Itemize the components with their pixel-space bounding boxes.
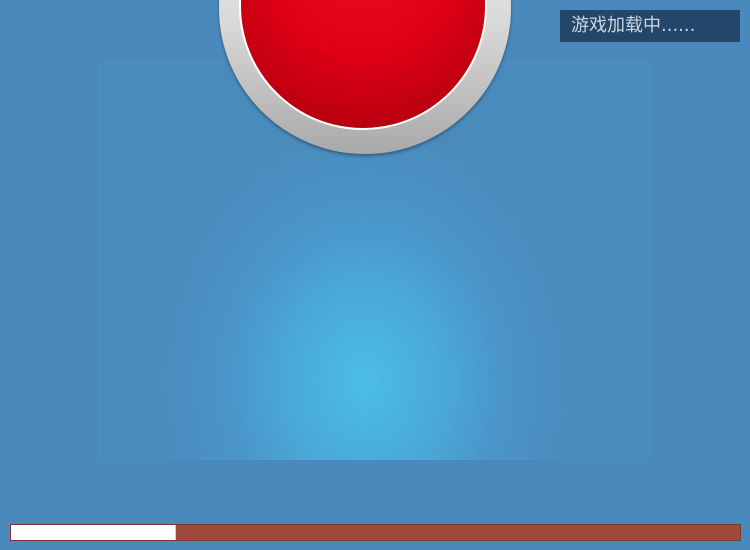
red-button-inner: [239, 0, 487, 130]
loading-progress-bar: [10, 524, 741, 541]
loading-status-text: 游戏加载中......: [560, 10, 740, 42]
red-button-core: [241, 0, 485, 128]
game-stage: 游戏加载中......: [0, 0, 750, 550]
loading-progress-fill: [11, 525, 176, 540]
